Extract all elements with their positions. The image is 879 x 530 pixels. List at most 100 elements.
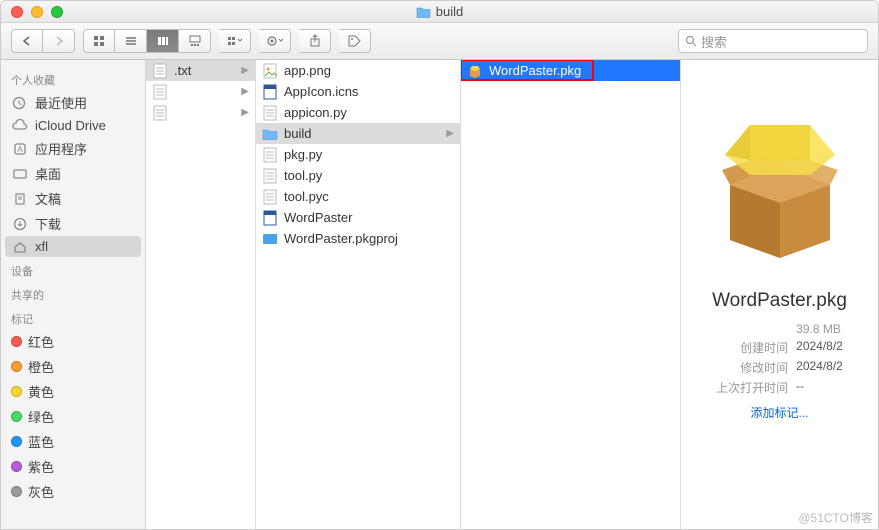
sidebar-item[interactable]: 橙色 bbox=[1, 354, 145, 379]
proj-icon bbox=[262, 231, 278, 247]
tag-dot-icon bbox=[11, 361, 22, 372]
tags-button[interactable] bbox=[339, 29, 371, 53]
pkg-icon bbox=[700, 100, 860, 260]
sidebar-header: 标记 bbox=[1, 305, 145, 329]
file-name: tool.pyc bbox=[284, 189, 456, 204]
sidebar-item-label: iCloud Drive bbox=[35, 118, 106, 133]
file-row[interactable]: build▶ bbox=[256, 123, 460, 144]
tag-dot-icon bbox=[11, 436, 22, 447]
arrange-icon bbox=[227, 35, 243, 47]
chevron-right-icon: ▶ bbox=[241, 86, 251, 97]
finder-window: build 搜索 个人收藏最近使用iCloud bbox=[0, 0, 879, 530]
sidebar-item[interactable]: 桌面 bbox=[1, 161, 145, 186]
sidebar-header: 个人收藏 bbox=[1, 66, 145, 90]
sidebar-item-label: 文稿 bbox=[35, 189, 61, 208]
file-row[interactable]: ▶ bbox=[146, 81, 255, 102]
file-row[interactable]: pkg.py bbox=[256, 144, 460, 165]
back-button[interactable] bbox=[11, 29, 43, 53]
sidebar-item[interactable]: 灰色 bbox=[1, 479, 145, 504]
arrange-button[interactable] bbox=[219, 29, 251, 53]
column-3[interactable]: WordPaster.pkg bbox=[461, 60, 681, 529]
clock-icon bbox=[11, 96, 29, 110]
add-tag-link[interactable]: 添加标记... bbox=[750, 404, 808, 421]
file-row[interactable]: app.png bbox=[256, 60, 460, 81]
sidebar-header: 设备 bbox=[1, 257, 145, 281]
folder-icon bbox=[416, 6, 431, 18]
file-name: WordPaster.pkgproj bbox=[284, 231, 456, 246]
column-2[interactable]: app.pngAppIcon.icnsappicon.pybuild▶pkg.p… bbox=[256, 60, 461, 529]
home-icon bbox=[11, 240, 29, 254]
chevron-right-icon: ▶ bbox=[241, 107, 251, 118]
sidebar-item-label: 红色 bbox=[28, 332, 54, 351]
window-title: build bbox=[1, 4, 878, 19]
sidebar-item[interactable]: 紫色 bbox=[1, 454, 145, 479]
sidebar-item[interactable]: xfl bbox=[5, 236, 141, 257]
chevron-right-icon: ▶ bbox=[446, 128, 456, 139]
sidebar-header: 共享的 bbox=[1, 281, 145, 305]
file-row[interactable]: WordPaster bbox=[256, 207, 460, 228]
file-row[interactable]: WordPaster.pkg bbox=[461, 60, 680, 81]
png-icon bbox=[262, 63, 278, 79]
file-name: pkg.py bbox=[284, 147, 456, 162]
search-input[interactable]: 搜索 bbox=[678, 29, 868, 53]
file-row[interactable]: tool.pyc bbox=[256, 186, 460, 207]
zoom-icon[interactable] bbox=[51, 6, 63, 18]
sidebar-item[interactable]: 绿色 bbox=[1, 404, 145, 429]
sidebar-item-label: 橙色 bbox=[28, 357, 54, 376]
file-row[interactable]: WordPaster.pkgproj bbox=[256, 228, 460, 249]
close-icon[interactable] bbox=[11, 6, 23, 18]
watermark: @51CTO博客 bbox=[798, 509, 873, 526]
icon-view-button[interactable] bbox=[83, 29, 115, 53]
list-view-button[interactable] bbox=[115, 29, 147, 53]
tag-dot-icon bbox=[11, 461, 22, 472]
file-row[interactable]: AppIcon.icns bbox=[256, 81, 460, 102]
search-icon bbox=[685, 35, 697, 47]
list-icon bbox=[125, 35, 137, 47]
tag-icon bbox=[348, 35, 362, 47]
sidebar-item[interactable]: 最近使用 bbox=[1, 90, 145, 115]
chevron-right-icon bbox=[54, 36, 64, 46]
nav-buttons bbox=[11, 29, 75, 53]
sidebar-item-label: 蓝色 bbox=[28, 432, 54, 451]
file-name: tool.py bbox=[284, 168, 456, 183]
svg-text:A: A bbox=[17, 145, 23, 154]
file-name: build bbox=[284, 126, 446, 141]
file-name: WordPaster bbox=[284, 210, 456, 225]
sidebar-item[interactable]: 文稿 bbox=[1, 186, 145, 211]
sidebar-item-label: 绿色 bbox=[28, 407, 54, 426]
minimize-icon[interactable] bbox=[31, 6, 43, 18]
share-icon bbox=[309, 34, 321, 48]
share-button[interactable] bbox=[299, 29, 331, 53]
column-1[interactable]: .txt▶ ▶ ▶ bbox=[146, 60, 256, 529]
gallery-icon bbox=[189, 35, 201, 47]
file-icon bbox=[152, 63, 168, 79]
sidebar-item-label: 最近使用 bbox=[35, 93, 87, 112]
file-row[interactable]: tool.py bbox=[256, 165, 460, 186]
gallery-view-button[interactable] bbox=[179, 29, 211, 53]
sidebar-item-label: 应用程序 bbox=[35, 139, 87, 158]
sidebar-item[interactable]: iCloud Drive bbox=[1, 115, 145, 136]
sidebar-item-label: 黄色 bbox=[28, 382, 54, 401]
sidebar: 个人收藏最近使用 iCloud Drive A 应用程序桌面文稿下载 xfl 设备共享的标… bbox=[1, 60, 146, 529]
forward-button[interactable] bbox=[43, 29, 75, 53]
sidebar-item[interactable]: A 应用程序 bbox=[1, 136, 145, 161]
file-row[interactable]: ▶ bbox=[146, 102, 255, 123]
file-row[interactable]: appicon.py bbox=[256, 102, 460, 123]
action-button[interactable] bbox=[259, 29, 291, 53]
sidebar-item[interactable]: 黄色 bbox=[1, 379, 145, 404]
desktop-icon bbox=[11, 167, 29, 181]
py-icon bbox=[262, 105, 278, 121]
sidebar-item[interactable]: 下载 bbox=[1, 211, 145, 236]
body: 个人收藏最近使用 iCloud Drive A 应用程序桌面文稿下载 xfl 设备共享的标… bbox=[1, 60, 878, 529]
py-icon bbox=[262, 189, 278, 205]
sidebar-item[interactable]: 红色 bbox=[1, 329, 145, 354]
column-view-button[interactable] bbox=[147, 29, 179, 53]
preview-pane: WordPaster.pkg 39.8 MB 创建时间2024/8/2 修改时间… bbox=[681, 60, 878, 529]
sidebar-item-label: xfl bbox=[35, 239, 48, 254]
cloud-icon bbox=[11, 119, 29, 133]
file-name: WordPaster.pkg bbox=[489, 63, 676, 78]
tag-dot-icon bbox=[11, 386, 22, 397]
file-row[interactable]: .txt▶ bbox=[146, 60, 255, 81]
sidebar-item[interactable]: 蓝色 bbox=[1, 429, 145, 454]
file-name: .txt bbox=[174, 63, 241, 78]
